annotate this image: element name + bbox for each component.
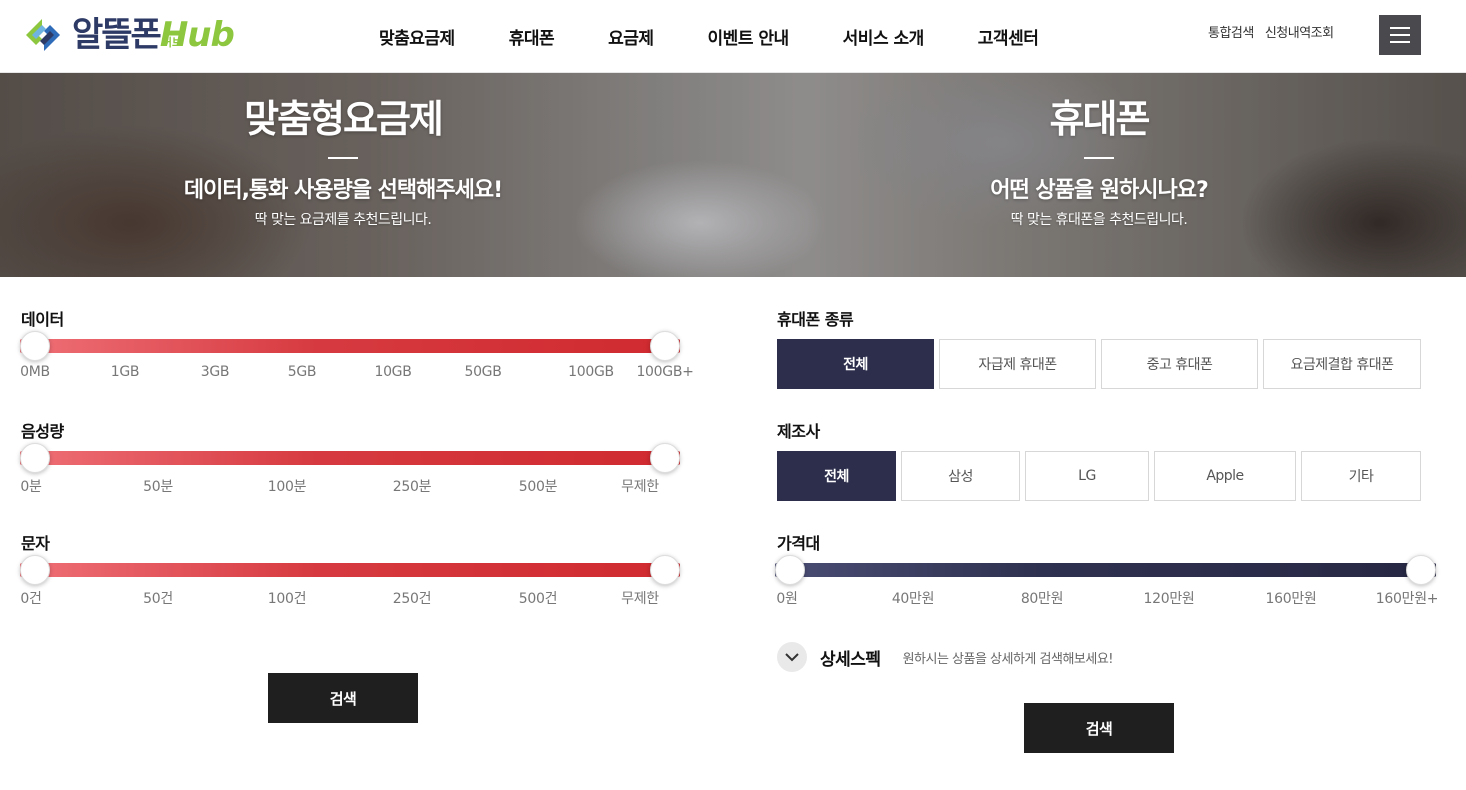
hamburger-icon-line (1390, 41, 1410, 43)
banner-divider (328, 157, 358, 159)
logo-text: 알뜰폰 (72, 15, 162, 55)
hamburger-icon-line (1390, 34, 1410, 36)
tick-label: 120만원 (1143, 591, 1195, 607)
slider-max-handle[interactable] (650, 331, 680, 361)
tick-label: 100건 (267, 591, 307, 607)
tick-label: 160만원 (1265, 591, 1317, 607)
slider-min-handle[interactable] (775, 555, 805, 585)
plan-search-button[interactable]: 검색 (268, 673, 418, 723)
slider-track (20, 563, 680, 577)
tick-label: 80만원 (1020, 591, 1064, 607)
tick-label: 5GB (287, 364, 317, 380)
hero-banner: 맞춤형요금제 데이터,통화 사용량을 선택해주세요! 딱 맞는 요금제를 추천드… (0, 73, 1466, 277)
detail-spec-toggle: 상세스펙 원하시는 상품을 상세하게 검색해보세요! (777, 642, 1114, 672)
nav-item-phones[interactable]: 휴대폰 (509, 24, 555, 49)
banner-title: 휴대폰 (1049, 97, 1151, 141)
tick-label: 500분 (518, 479, 558, 495)
tick-label: 160만원+ (1375, 591, 1439, 607)
phone-type-all[interactable]: 전체 (777, 339, 934, 389)
banner-subtitle: 데이터,통화 사용량을 선택해주세요! (183, 178, 503, 203)
data-range-slider[interactable] (20, 331, 680, 361)
tick-label: 0건 (20, 591, 42, 607)
tick-label: 100GB (568, 364, 614, 380)
tick-label: 50분 (143, 479, 173, 495)
hamburger-menu-button[interactable] (1379, 15, 1421, 55)
tick-label: 1GB (110, 364, 140, 380)
sms-range-slider[interactable] (20, 555, 680, 585)
phone-type-label: 휴대폰 종류 (777, 310, 854, 329)
tick-label: 500건 (518, 591, 558, 607)
tick-label: 무제한 (621, 479, 659, 495)
tick-label: 10GB (374, 364, 412, 380)
banner-title: 맞춤형요금제 (244, 97, 444, 141)
tick-label: 0분 (20, 479, 42, 495)
banner-divider (1084, 157, 1114, 159)
maker-lg[interactable]: LG (1025, 451, 1149, 501)
nav-item-service-intro[interactable]: 서비스 소개 (843, 24, 925, 49)
slider-track (775, 563, 1436, 577)
tick-label: 50건 (143, 591, 173, 607)
maker-all[interactable]: 전체 (777, 451, 896, 501)
hamburger-icon-line (1390, 27, 1410, 29)
slider-track (20, 339, 680, 353)
logo-hub-text: Hub 허브 (160, 15, 235, 55)
slider-min-handle[interactable] (20, 443, 50, 473)
tick-label: 250분 (392, 479, 432, 495)
banner-description: 딱 맞는 요금제를 추천드립니다. (254, 212, 432, 228)
sms-tick-labels: 0건 50건 100건 250건 500건 무제한 (20, 588, 680, 607)
phone-search-button[interactable]: 검색 (1024, 703, 1174, 753)
tick-label: 50GB (464, 364, 502, 380)
tick-label: 100분 (267, 479, 307, 495)
phone-type-unlocked[interactable]: 자급제 휴대폰 (939, 339, 1096, 389)
banner-subtitle: 어떤 상품을 원하시나요? (990, 178, 1208, 203)
nav-item-events[interactable]: 이벤트 안내 (708, 24, 790, 49)
banner-phones: 휴대폰 어떤 상품을 원하시나요? 딱 맞는 휴대폰을 추천드립니다. (749, 73, 1449, 229)
logo-mark-icon (26, 19, 60, 51)
phone-type-used[interactable]: 중고 휴대폰 (1101, 339, 1258, 389)
slider-max-handle[interactable] (1406, 555, 1436, 585)
slider-min-handle[interactable] (20, 555, 50, 585)
nav-item-plans[interactable]: 요금제 (608, 24, 654, 49)
tick-label: 0원 (776, 591, 798, 607)
banner-custom-plan: 맞춤형요금제 데이터,통화 사용량을 선택해주세요! 딱 맞는 요금제를 추천드… (0, 73, 693, 229)
price-label: 가격대 (777, 534, 820, 553)
maker-label: 제조사 (777, 422, 820, 441)
detail-spec-expand-button[interactable] (777, 642, 807, 672)
logo-hub-subtext: 허브 (161, 36, 183, 49)
slider-max-handle[interactable] (650, 443, 680, 473)
main-nav: 맞춤요금제 휴대폰 요금제 이벤트 안내 서비스 소개 고객센터 (352, 0, 1065, 72)
chevron-down-icon (785, 652, 799, 661)
detail-spec-title[interactable]: 상세스펙 (820, 645, 881, 670)
slider-max-handle[interactable] (650, 555, 680, 585)
tick-label: 무제한 (621, 591, 659, 607)
price-range-slider[interactable] (775, 555, 1436, 585)
voice-range-slider[interactable] (20, 443, 680, 473)
tick-label: 100GB+ (636, 364, 694, 380)
voice-tick-labels: 0분 50분 100분 250분 500분 무제한 (20, 476, 680, 495)
phone-type-bundled[interactable]: 요금제결합 휴대폰 (1263, 339, 1421, 389)
nav-item-custom-plan[interactable]: 맞춤요금제 (379, 24, 455, 49)
banner-description: 딱 맞는 휴대폰을 추천드립니다. (1010, 212, 1188, 228)
site-logo[interactable]: 알뜰폰 Hub 허브 (20, 12, 235, 58)
tick-label: 0MB (20, 364, 50, 380)
sms-label: 문자 (21, 534, 50, 553)
data-label: 데이터 (21, 310, 64, 329)
detail-spec-description: 원하시는 상품을 상세하게 검색해보세요! (902, 651, 1114, 667)
voice-label: 음성량 (21, 422, 64, 441)
price-tick-labels: 0원 40만원 80만원 120만원 160만원 160만원+ (775, 588, 1439, 607)
maker-apple[interactable]: Apple (1154, 451, 1296, 501)
integrated-search-link[interactable]: 통합검색 (1208, 22, 1254, 41)
nav-item-customer-center[interactable]: 고객센터 (978, 24, 1039, 49)
slider-min-handle[interactable] (20, 331, 50, 361)
maker-samsung[interactable]: 삼성 (901, 451, 1020, 501)
tick-label: 40만원 (891, 591, 935, 607)
slider-track (20, 451, 680, 465)
tick-label: 3GB (200, 364, 230, 380)
site-header: 알뜰폰 Hub 허브 맞춤요금제 휴대폰 요금제 이벤트 안내 서비스 소개 고객… (0, 0, 1466, 73)
data-tick-labels: 0MB 1GB 3GB 5GB 10GB 50GB 100GB 100GB+ (20, 364, 694, 382)
application-history-link[interactable]: 신청내역조회 (1265, 22, 1334, 41)
tick-label: 250건 (392, 591, 432, 607)
maker-other[interactable]: 기타 (1301, 451, 1421, 501)
utility-links: 통합검색 신청내역조회 (1208, 22, 1345, 41)
